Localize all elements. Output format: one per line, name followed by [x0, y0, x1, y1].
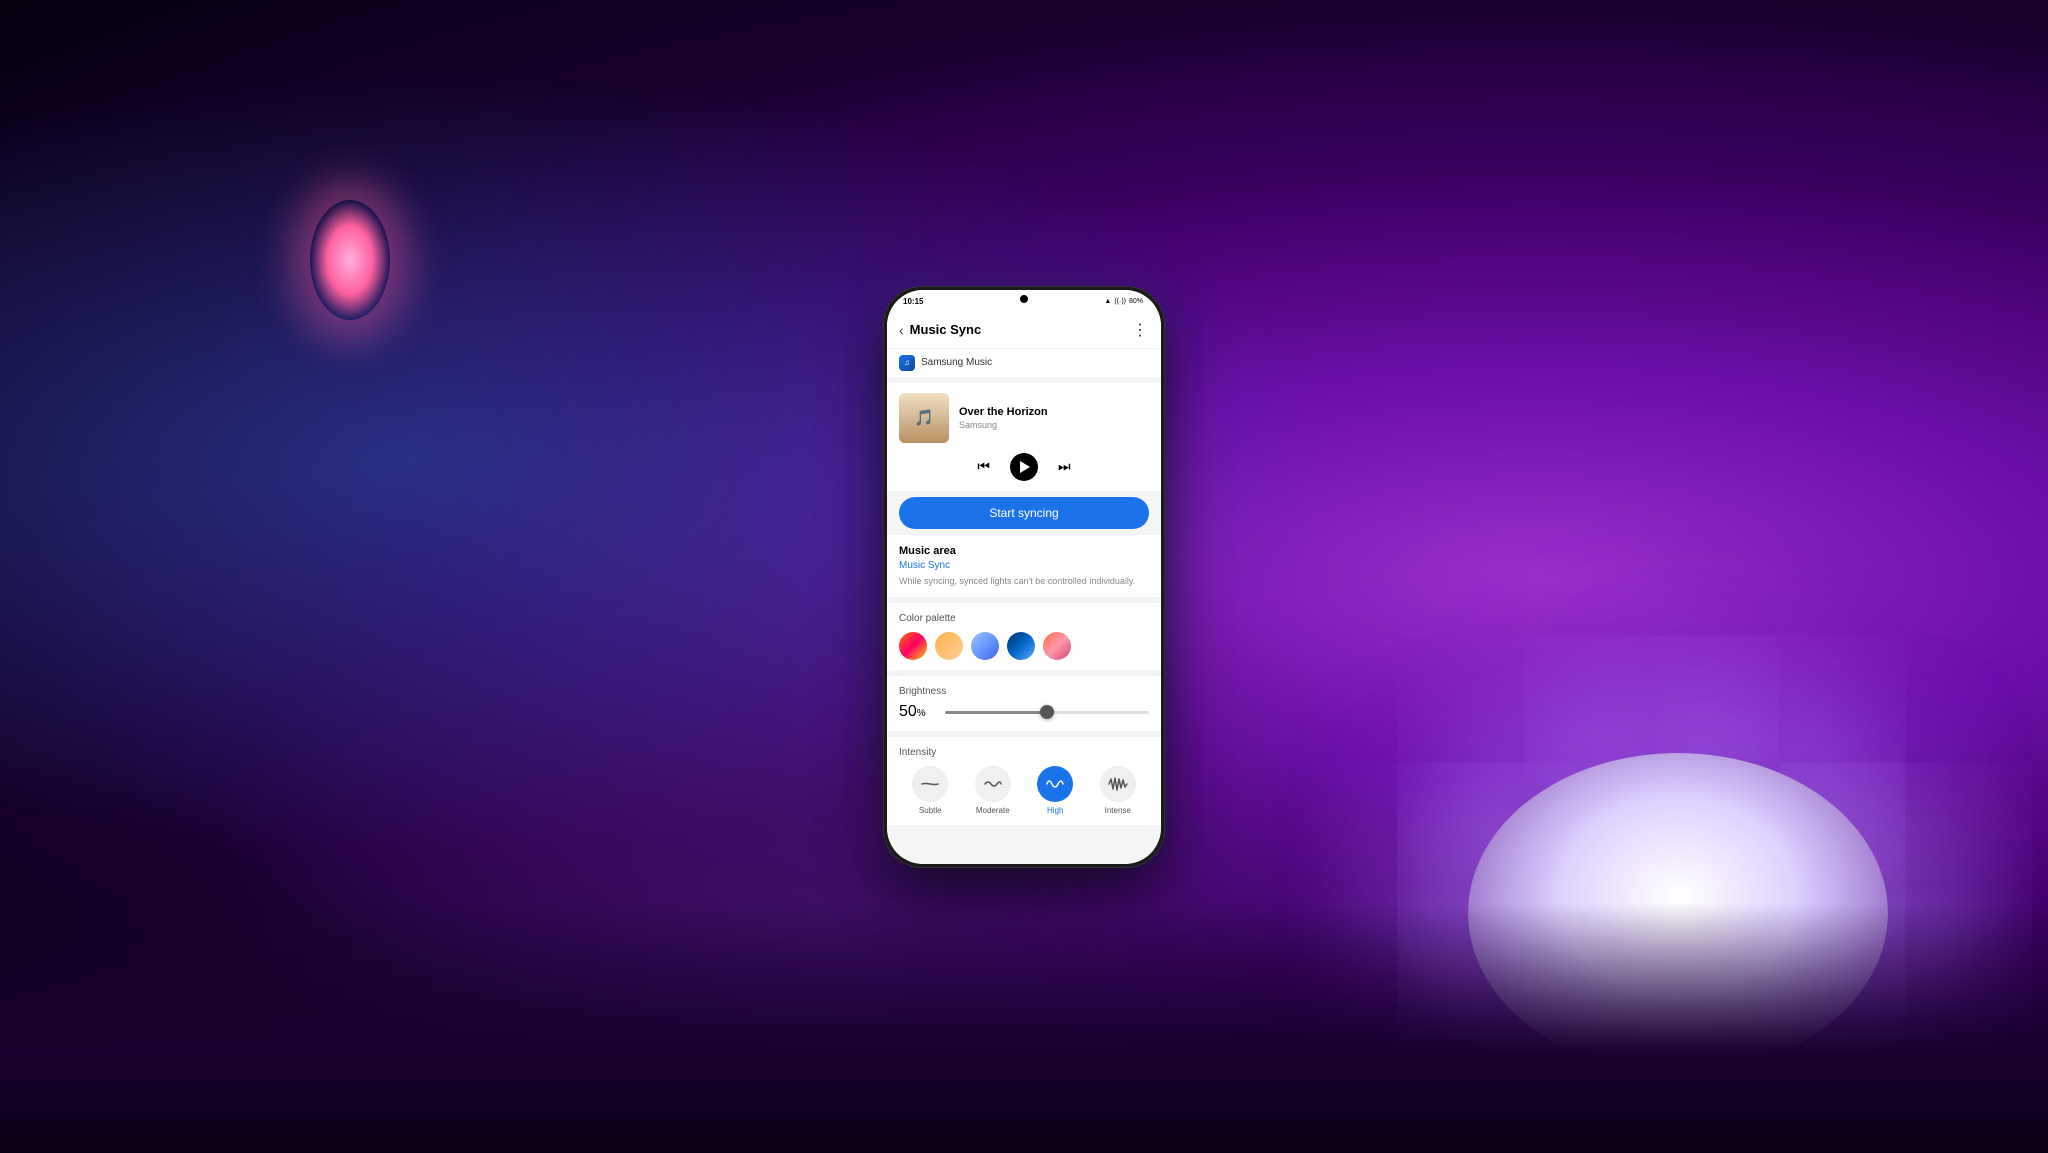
signal-icon: ▲ — [1104, 298, 1111, 305]
subtle-label: Subtle — [919, 806, 942, 815]
intensity-intense[interactable]: Intense — [1087, 766, 1150, 815]
brightness-row: 50% — [899, 703, 1149, 721]
palette-warm[interactable] — [899, 632, 927, 660]
brightness-value: 50% — [899, 703, 935, 721]
album-artwork — [899, 393, 949, 443]
moderate-label: Moderate — [976, 806, 1010, 815]
palette-options — [899, 632, 1149, 660]
furniture-shadow — [0, 903, 2048, 1153]
color-palette-section: Color palette — [887, 603, 1161, 670]
subtle-icon-wrap — [912, 766, 948, 802]
ambient-lamp-left — [310, 200, 390, 320]
music-area-link[interactable]: Music Sync — [899, 560, 1149, 571]
moderate-icon-wrap — [975, 766, 1011, 802]
intensity-label: Intensity — [899, 747, 1149, 758]
header-left: ‹ Music Sync — [899, 322, 981, 338]
brightness-label: Brightness — [899, 686, 1149, 697]
phone-wrapper: 10:15 ▲ ((·)) 80% ‹ Music Sync ⋮ — [884, 287, 1164, 867]
prev-button[interactable]: ⏮ — [977, 458, 990, 475]
camera-hole — [1020, 295, 1028, 303]
music-source-bar[interactable]: ♫ Samsung Music — [887, 349, 1161, 377]
intensity-subtle[interactable]: Subtle — [899, 766, 962, 815]
song-artist: Samsung — [959, 420, 1149, 430]
app-header: ‹ Music Sync ⋮ — [887, 314, 1161, 349]
intensity-section: Intensity Subtle — [887, 737, 1161, 825]
samsung-music-icon: ♫ — [899, 355, 915, 371]
intense-icon-wrap — [1100, 766, 1136, 802]
phone-screen: 10:15 ▲ ((·)) 80% ‹ Music Sync ⋮ — [887, 290, 1161, 864]
brightness-fill — [945, 711, 1047, 714]
brightness-thumb[interactable] — [1040, 705, 1054, 719]
palette-sunset[interactable] — [1043, 632, 1071, 660]
phone: 10:15 ▲ ((·)) 80% ‹ Music Sync ⋮ — [884, 287, 1164, 867]
high-label: High — [1047, 806, 1063, 815]
sync-button-wrapper: Start syncing — [887, 497, 1161, 535]
subtle-wave-icon — [920, 777, 940, 791]
back-button[interactable]: ‹ — [899, 322, 904, 338]
palette-peach[interactable] — [935, 632, 963, 660]
music-source-name: Samsung Music — [921, 357, 992, 368]
music-player-card: Over the Horizon Samsung ⏮ ⏭ — [887, 383, 1161, 491]
intensity-moderate[interactable]: Moderate — [962, 766, 1025, 815]
brightness-slider[interactable] — [945, 711, 1149, 714]
page-title: Music Sync — [910, 322, 982, 337]
palette-ocean[interactable] — [1007, 632, 1035, 660]
song-title: Over the Horizon — [959, 406, 1149, 418]
music-area-title: Music area — [899, 545, 1149, 557]
status-icons: ▲ ((·)) 80% — [1104, 298, 1143, 305]
wifi-icon: ((·)) — [1114, 298, 1126, 305]
album-art — [899, 393, 949, 443]
play-button[interactable] — [1010, 453, 1038, 481]
start-syncing-button[interactable]: Start syncing — [899, 497, 1149, 529]
intensity-options: Subtle Moderate — [899, 766, 1149, 815]
intensity-high[interactable]: High — [1024, 766, 1087, 815]
song-info: Over the Horizon Samsung — [959, 406, 1149, 430]
player-controls: ⏮ ⏭ — [899, 453, 1149, 481]
status-time: 10:15 — [903, 297, 923, 306]
color-palette-label: Color palette — [899, 613, 1149, 624]
brightness-number: 50 — [899, 703, 917, 720]
high-icon-wrap — [1037, 766, 1073, 802]
intense-wave-icon — [1108, 777, 1128, 791]
music-area-description: While syncing, synced lights can't be co… — [899, 575, 1149, 588]
intense-label: Intense — [1105, 806, 1131, 815]
battery-text: 80% — [1129, 298, 1143, 305]
moderate-wave-icon — [983, 777, 1003, 791]
play-icon — [1020, 461, 1030, 473]
content-area: ♫ Samsung Music Over the Horizon Samsung — [887, 349, 1161, 864]
palette-sky[interactable] — [971, 632, 999, 660]
high-wave-icon — [1045, 777, 1065, 791]
brightness-section: Brightness 50% — [887, 676, 1161, 731]
next-button[interactable]: ⏭ — [1058, 458, 1071, 475]
music-area-card: Music area Music Sync While syncing, syn… — [887, 535, 1161, 598]
music-icon-letter: ♫ — [904, 358, 910, 367]
menu-button[interactable]: ⋮ — [1132, 320, 1149, 340]
music-player: Over the Horizon Samsung — [899, 393, 1149, 443]
brightness-unit: % — [917, 708, 926, 719]
